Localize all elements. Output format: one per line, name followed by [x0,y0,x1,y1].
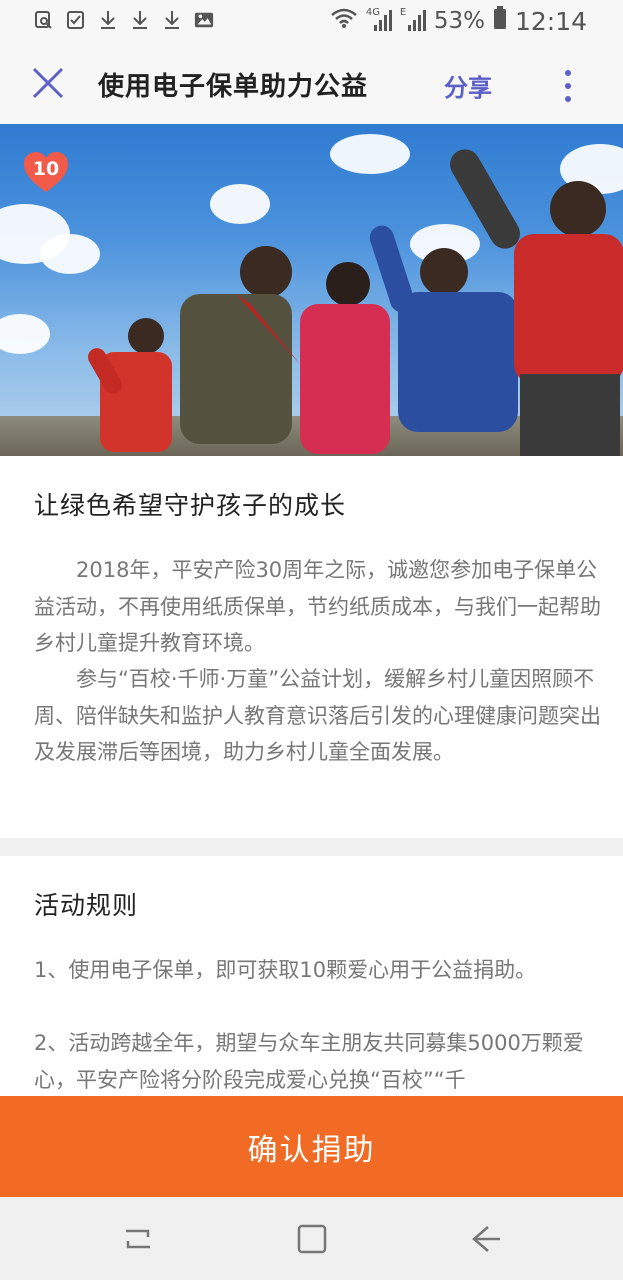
system-nav-bar [0,1197,623,1280]
intro-title: 让绿色希望守护孩子的成长 [34,491,347,520]
more-options-button[interactable] [558,66,578,106]
back-button[interactable] [466,1219,506,1259]
download-icon [130,9,150,31]
more-vertical-icon [565,70,571,76]
app-bar: 使用电子保单助力公益 分享 [0,42,623,124]
confirm-donate-label: 确认捐助 [247,1132,376,1168]
status-bar: 4G E 53% 12:14 [0,0,623,42]
close-button[interactable] [28,63,68,103]
screen-search-icon [34,9,54,31]
badge-count: 10 [32,158,60,180]
home-button[interactable] [292,1219,332,1259]
page-title: 使用电子保单助力公益 [98,72,369,102]
download-icon [162,9,182,31]
wifi-icon [330,7,358,35]
hero-image [0,124,623,456]
intro-section: 让绿色希望守护孩子的成长 2018年，平安产险30周年之际，诚邀您参加电子保单公… [0,456,623,838]
intro-paragraph-1: 2018年，平安产险30周年之际，诚邀您参加电子保单公益活动，不再使用纸质保单，… [34,558,601,655]
back-icon [472,1226,500,1252]
close-icon [32,67,64,99]
section-divider [0,838,623,856]
clock: 12:14 [514,6,587,36]
rules-item-1: 1、使用电子保单，即可获取10颗爱心用于公益捐助。 [34,958,537,982]
notification-icons [34,9,214,31]
battery-icon [493,6,507,36]
home-icon [297,1224,327,1254]
signal-icon: E [400,7,426,33]
rules-item-2: 2、活动跨越全年，期望与众车主朋友共同募集5000万颗爱心，平安产险将分阶段完成… [34,1031,584,1092]
donation-count-badge: 10 [22,150,70,194]
battery-percent: 53% [433,8,485,34]
confirm-donate-button[interactable]: 确认捐助 [0,1096,623,1197]
rules-section: 活动规则 1、使用电子保单，即可获取10颗爱心用于公益捐助。 2、活动跨越全年，… [0,856,623,1096]
download-icon [98,9,118,31]
signal-icon: 4G [366,7,392,33]
image-icon [194,9,214,31]
recent-apps-icon [126,1229,150,1249]
checkbox-icon [66,9,86,31]
intro-paragraph-2: 参与“百校·千师·万童”公益计划，缓解乡村儿童因照顾不周、陪伴缺失和监护人教育意… [34,667,601,764]
share-button[interactable]: 分享 [444,68,492,103]
rules-title: 活动规则 [34,891,139,920]
children-photo [88,149,623,456]
status-right: 4G E 53% 12:14 [330,6,587,36]
recent-apps-button[interactable] [118,1219,158,1259]
